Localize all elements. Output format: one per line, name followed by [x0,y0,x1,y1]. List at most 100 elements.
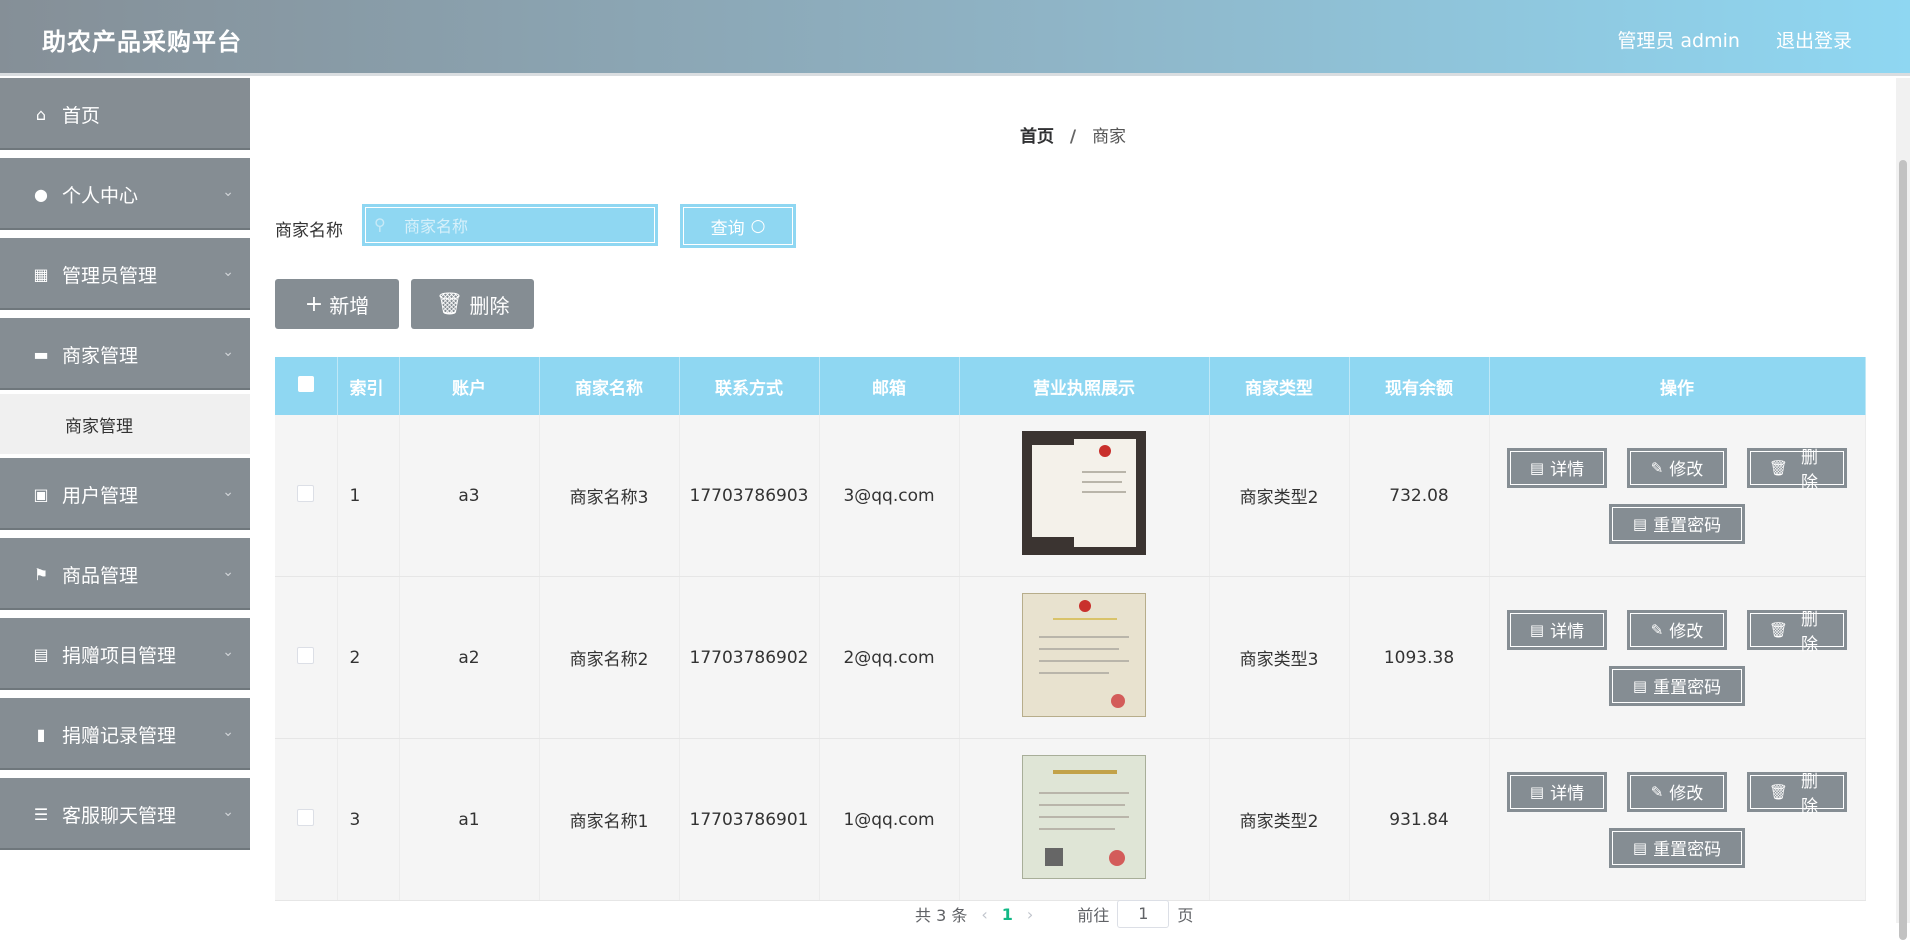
edit-button[interactable]: ✎ 修改 [1627,771,1727,812]
list-icon: ☰ [33,804,49,824]
edit-label: 修改 [1669,622,1704,642]
sidebar-item-merchants[interactable]: ▬ 商家管理 ⌄ [0,318,250,394]
reset-password-button[interactable]: ▤ 重置密码 [1609,665,1745,706]
table-row: 3 a1 商家名称1 17703786901 1@qq.com 商家类型2 93… [275,738,1866,901]
detail-button[interactable]: ▤ 详情 [1507,609,1607,650]
breadcrumb-home[interactable]: 首页 [1020,127,1054,147]
column-header: 操作 [1489,357,1866,415]
row-checkbox[interactable] [297,808,315,826]
qr-code-icon [1045,848,1063,866]
home-icon: ⌂ [35,104,47,124]
detail-button[interactable]: ▤ 详情 [1507,771,1607,812]
sidebar-item-chat[interactable]: ☰ 客服聊天管理 ⌄ [0,778,250,854]
license-line [1039,792,1129,794]
sidebar-item-profile[interactable]: ● 个人中心 ⌄ [0,158,250,234]
detail-label: 详情 [1550,784,1585,804]
column-header: 商家类型 [1209,357,1350,415]
sidebar-item-label: 捐赠项目管理 [62,644,177,667]
scrollbar[interactable] [1896,78,1910,940]
row-select-cell[interactable] [275,415,338,577]
page-number[interactable]: 1 [1002,905,1013,924]
logout-link[interactable]: 退出登录 [1776,30,1852,52]
plus-icon: + [304,291,324,317]
next-page-icon[interactable]: › [1027,905,1033,924]
document-icon: ▤ [1529,458,1545,477]
reset-password-button[interactable]: ▤ 重置密码 [1609,827,1745,868]
document-icon: ▤ [1632,514,1648,533]
sidebar-item-users[interactable]: ▣ 用户管理 ⌄ [0,458,250,534]
license-image[interactable] [1022,593,1146,717]
cell-license [959,738,1210,901]
sidebar-item-label: 首页 [62,104,101,127]
sidebar-item-donation-projects[interactable]: ▤ 捐赠项目管理 ⌄ [0,618,250,694]
license-line [1082,481,1122,483]
edit-button[interactable]: ✎ 修改 [1627,609,1727,650]
delete-label: 删除 [1801,609,1819,655]
prev-page-icon[interactable]: ‹ [981,905,987,924]
cell-email: 2@qq.com [819,576,960,739]
cell-index: 3 [337,738,400,901]
license-line [1039,816,1129,818]
search-icon: ○ [750,216,766,236]
sidebar-item-home[interactable]: ⌂ 首页 [0,78,250,154]
row-checkbox[interactable] [297,646,315,664]
license-image[interactable] [1022,431,1146,555]
flag-icon: ⚑ [33,564,49,584]
select-all-cell[interactable] [275,357,338,415]
add-button-label: 新增 [329,293,370,318]
row-select-cell[interactable] [275,738,338,901]
shop-icon: ▬ [33,344,49,364]
submenu-item-merchant-manage[interactable]: 商家管理 [0,394,250,454]
search-input[interactable] [402,212,646,240]
chevron-down-icon: ⌄ [222,184,234,200]
user-area: 管理员 admin 退出登录 [1587,26,1852,53]
license-line [1039,636,1129,638]
table-header-row: 索引 账户 商家名称 联系方式 邮箱 营业执照展示 商家类型 现有余额 操作 [275,357,1866,415]
chevron-down-icon: ⌄ [222,484,234,500]
add-button[interactable]: + 新增 [275,279,399,329]
license-image[interactable] [1022,755,1146,879]
grid-icon: ▦ [33,264,49,284]
sidebar-item-label: 客服聊天管理 [62,804,177,827]
batch-delete-label: 删除 [469,293,510,318]
cell-phone: 17703786901 [679,738,820,901]
column-header: 账户 [399,357,540,415]
reset-password-button[interactable]: ▤ 重置密码 [1609,503,1745,544]
sidebar-item-products[interactable]: ⚑ 商品管理 ⌄ [0,538,250,614]
delete-button[interactable]: 🗑 删除 [1747,771,1847,817]
row-checkbox[interactable] [297,484,315,502]
batch-delete-button[interactable]: 🗑 删除 [411,279,534,329]
sidebar-item-admins[interactable]: ▦ 管理员管理 ⌄ [0,238,250,314]
edit-button[interactable]: ✎ 修改 [1627,447,1727,488]
query-button-label: 查询 [710,218,745,239]
cell-name: 商家名称1 [539,738,680,901]
row-actions: ▤ 详情 ✎ 修改 🗑 删除 ▤ 重置密码 [1492,771,1862,868]
scrollbar-thumb[interactable] [1899,160,1907,940]
user-icon: ● [34,184,48,204]
chevron-down-icon: ⌄ [222,264,234,280]
license-line [1039,828,1115,830]
main-content: 首页 / 商家 商家名称 ⚲ 查询 ○ + 新增 🗑 删除 索引 账户 商家名称 [250,78,1896,928]
delete-button[interactable]: 🗑 删除 [1747,609,1847,655]
column-header: 邮箱 [819,357,960,415]
select-all-checkbox[interactable] [297,375,314,392]
delete-button[interactable]: 🗑 删除 [1747,447,1847,493]
cell-balance: 1093.38 [1349,576,1490,739]
search-box[interactable]: ⚲ [362,204,658,246]
detail-button[interactable]: ▤ 详情 [1507,447,1607,488]
clipboard-icon: ▮ [36,724,46,744]
query-button[interactable]: 查询 ○ [680,204,796,248]
document-icon: ▤ [1529,782,1545,801]
goto-label: 前往 [1077,906,1110,925]
seal-icon [1111,694,1125,708]
page-jump-input[interactable]: 1 [1117,900,1170,928]
search-icon: ⚲ [374,215,386,234]
row-actions: ▤ 详情 ✎ 修改 🗑 删除 ▤ 重置密码 [1492,609,1862,706]
sidebar-item-label: 用户管理 [62,484,139,507]
column-header: 索引 [337,357,400,415]
chevron-down-icon: ⌄ [222,564,234,580]
cell-type: 商家类型3 [1209,576,1350,739]
row-select-cell[interactable] [275,576,338,739]
document-icon: ▤ [1632,676,1648,695]
sidebar-item-donation-records[interactable]: ▮ 捐赠记录管理 ⌄ [0,698,250,774]
